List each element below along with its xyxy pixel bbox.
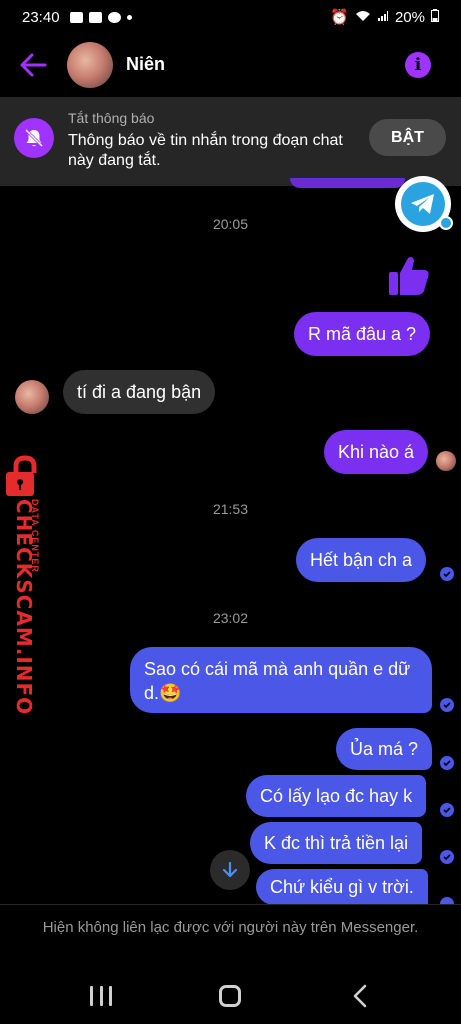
incoming-message[interactable]: tí đi a đang bận xyxy=(63,370,216,414)
outgoing-message[interactable]: Ủa má ? xyxy=(336,728,433,770)
seen-check-icon xyxy=(440,698,454,712)
seen-check-icon xyxy=(440,897,454,904)
read-receipt-avatar xyxy=(436,451,456,471)
banner-title: Tắt thông báo xyxy=(68,110,155,126)
arrow-down-icon xyxy=(222,861,238,878)
wifi-icon xyxy=(355,9,371,26)
outgoing-message[interactable]: Có lấy lạo đc hay k xyxy=(246,775,427,817)
lock-icon xyxy=(2,455,48,497)
seen-check-icon xyxy=(440,567,454,581)
contact-avatar[interactable] xyxy=(67,42,113,88)
unavailable-notice: Hiện không liên lạc được với người này t… xyxy=(42,919,419,936)
bell-off-icon xyxy=(14,118,54,158)
battery-percent: 20% xyxy=(394,8,425,26)
outgoing-message[interactable]: Khi nào á xyxy=(324,430,429,474)
banner-text: Thông báo về tin nhắn trong đoạn chat nà… xyxy=(68,132,343,169)
scroll-down-button[interactable] xyxy=(210,850,250,890)
status-time: 23:40 xyxy=(22,8,60,26)
outgoing-message[interactable]: R mã đâu a ? xyxy=(294,312,431,356)
info-icon[interactable]: i xyxy=(405,52,431,78)
watermark: CHECKSCAM.INFO DATA CENTER xyxy=(0,455,50,715)
unmute-button[interactable]: BẬT xyxy=(369,119,446,156)
outgoing-message[interactable]: Chứ kiểu gì v trời. xyxy=(256,869,428,905)
contact-avatar-small[interactable] xyxy=(15,380,49,414)
status-bar: 23:40 ⏰ 20% xyxy=(0,0,461,34)
gallery-icon xyxy=(69,11,83,23)
notification-icons xyxy=(69,11,132,23)
battery-icon xyxy=(431,8,439,26)
status-right: ⏰ 20% xyxy=(330,8,439,26)
system-nav-bar xyxy=(0,968,461,1024)
chat-header: Niên i xyxy=(0,34,461,96)
youtube-icon xyxy=(88,11,102,23)
recent-apps-icon[interactable] xyxy=(90,986,112,1006)
signal-icon xyxy=(377,9,389,26)
seen-check-icon xyxy=(440,803,454,817)
home-icon[interactable] xyxy=(219,985,241,1007)
back-arrow-icon[interactable] xyxy=(18,52,48,78)
previous-message-bubble xyxy=(290,178,405,188)
alarm-icon: ⏰ xyxy=(330,9,349,26)
footer-divider xyxy=(0,904,461,905)
outgoing-message[interactable]: Hết bận ch a xyxy=(296,538,427,582)
outgoing-message[interactable]: K đc thì trả tiền lại xyxy=(250,822,423,864)
contact-name[interactable]: Niên xyxy=(126,54,165,75)
system-back-icon[interactable] xyxy=(350,984,370,1008)
seen-check-icon xyxy=(440,756,454,770)
timestamp: 23:02 xyxy=(212,610,249,626)
messenger-icon xyxy=(107,11,121,23)
more-dot-icon xyxy=(126,14,132,20)
mute-banner: Tắt thông báo Thông báo về tin nhắn tron… xyxy=(0,97,461,186)
seen-check-icon xyxy=(440,850,454,864)
thumbs-up-icon[interactable] xyxy=(386,252,432,298)
timestamp: 21:53 xyxy=(212,501,249,517)
timestamp: 20:05 xyxy=(212,216,249,232)
outgoing-message[interactable]: Sao có cái mã mà anh quần e dữ d.🤩 xyxy=(130,647,432,713)
